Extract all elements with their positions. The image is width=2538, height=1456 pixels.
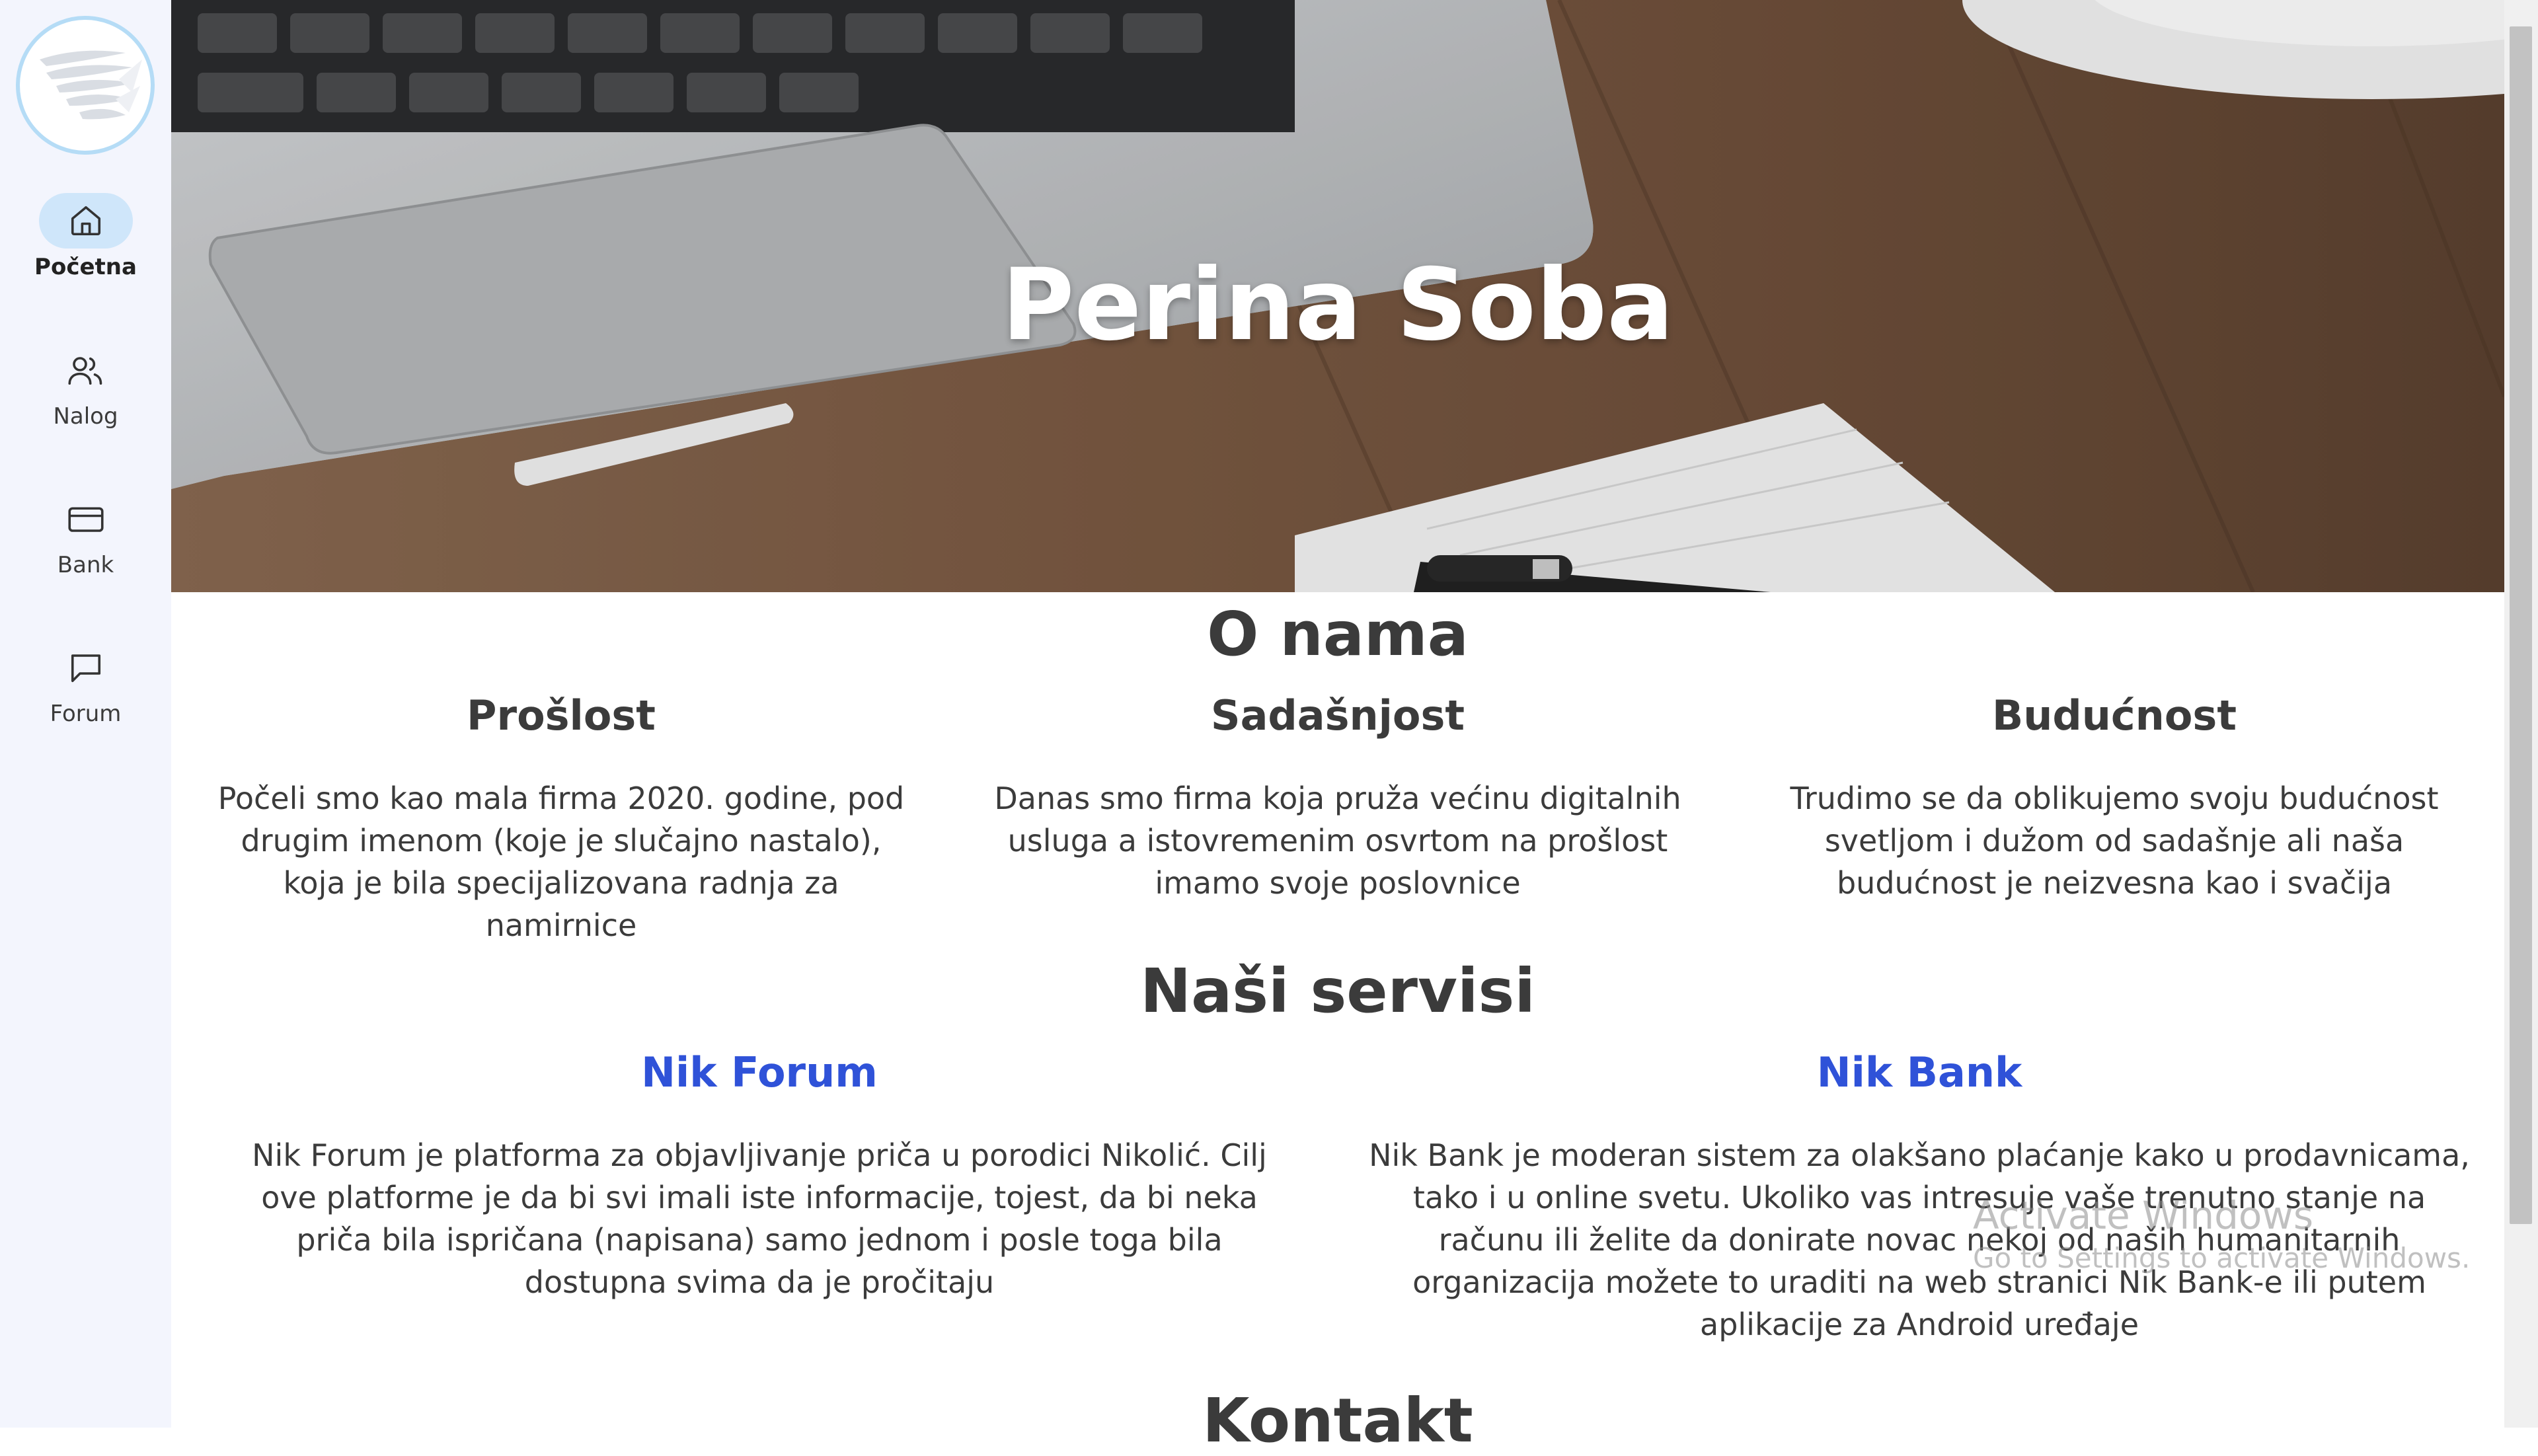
about-column-title: Sadašnjost: [1210, 691, 1465, 740]
about-column-text: Počeli smo kao mala firma 2020. godine, …: [217, 781, 905, 943]
service-link-nik-bank[interactable]: Nik Bank: [1361, 1048, 2478, 1108]
sidebar-item-nalog[interactable]: Nalog: [0, 342, 171, 455]
contact-title: Kontakt: [1202, 1385, 1473, 1456]
message-square-icon: [39, 640, 133, 695]
users-icon: [39, 342, 133, 398]
sidebar-item-label: Forum: [50, 701, 122, 727]
watermark-line1: Activate Windows: [1973, 1193, 2314, 1238]
about-column-past: Prošlost Počeli smo kao mala firma 2020.…: [211, 691, 911, 946]
sidebar-item-label: Bank: [57, 552, 114, 578]
scrollbar-thumb[interactable]: [2510, 26, 2532, 1224]
watermark-line2: Go to Settings to activate Windows.: [1973, 1242, 2471, 1274]
home-icon: [38, 193, 133, 249]
about-column-title: Prošlost: [467, 691, 656, 740]
sidebar-item-label: Nalog: [53, 403, 118, 430]
about-column-text: Trudimo se da oblikujemo svoju budućnost…: [1790, 781, 2439, 901]
sidebar-item-pocetna[interactable]: Početna: [0, 193, 171, 305]
services-title: Naši servisi: [1140, 956, 1535, 1026]
hero-banner: Perina Soba: [171, 0, 2504, 592]
sidebar-item-bank[interactable]: Bank: [0, 491, 171, 603]
about-column-text: Danas smo firma koja pruža većinu digita…: [994, 781, 1681, 901]
about-column-present: Sadašnjost Danas smo firma koja pruža ve…: [971, 691, 1705, 904]
wing-logo[interactable]: [16, 16, 155, 155]
about-column-future: Budućnost Trudimo se da oblikujemo svoju…: [1764, 691, 2465, 904]
vertical-scrollbar[interactable]: [2504, 0, 2538, 1428]
main-content: O nama Prošlost Počeli smo kao mala firm…: [171, 592, 2504, 1456]
service-link-nik-forum[interactable]: Nik Forum: [237, 1048, 1282, 1108]
windows-activation-watermark: Activate Windows Go to Settings to activ…: [1973, 1193, 2470, 1274]
service-text: Nik Forum je platforma za objavljivanje …: [252, 1137, 1267, 1300]
sidebar: Početna Nalog Bank Forum: [0, 0, 171, 1428]
sidebar-item-label: Početna: [34, 254, 137, 280]
hero-title: Perina Soba: [1001, 248, 1674, 363]
credit-card-icon: [39, 491, 133, 547]
sidebar-item-forum[interactable]: Forum: [0, 640, 171, 752]
service-nik-forum: Nik Forum Nik Forum je platforma za obja…: [237, 1048, 1282, 1303]
about-title: O nama: [1207, 599, 1469, 670]
about-column-title: Budućnost: [1992, 691, 2237, 740]
